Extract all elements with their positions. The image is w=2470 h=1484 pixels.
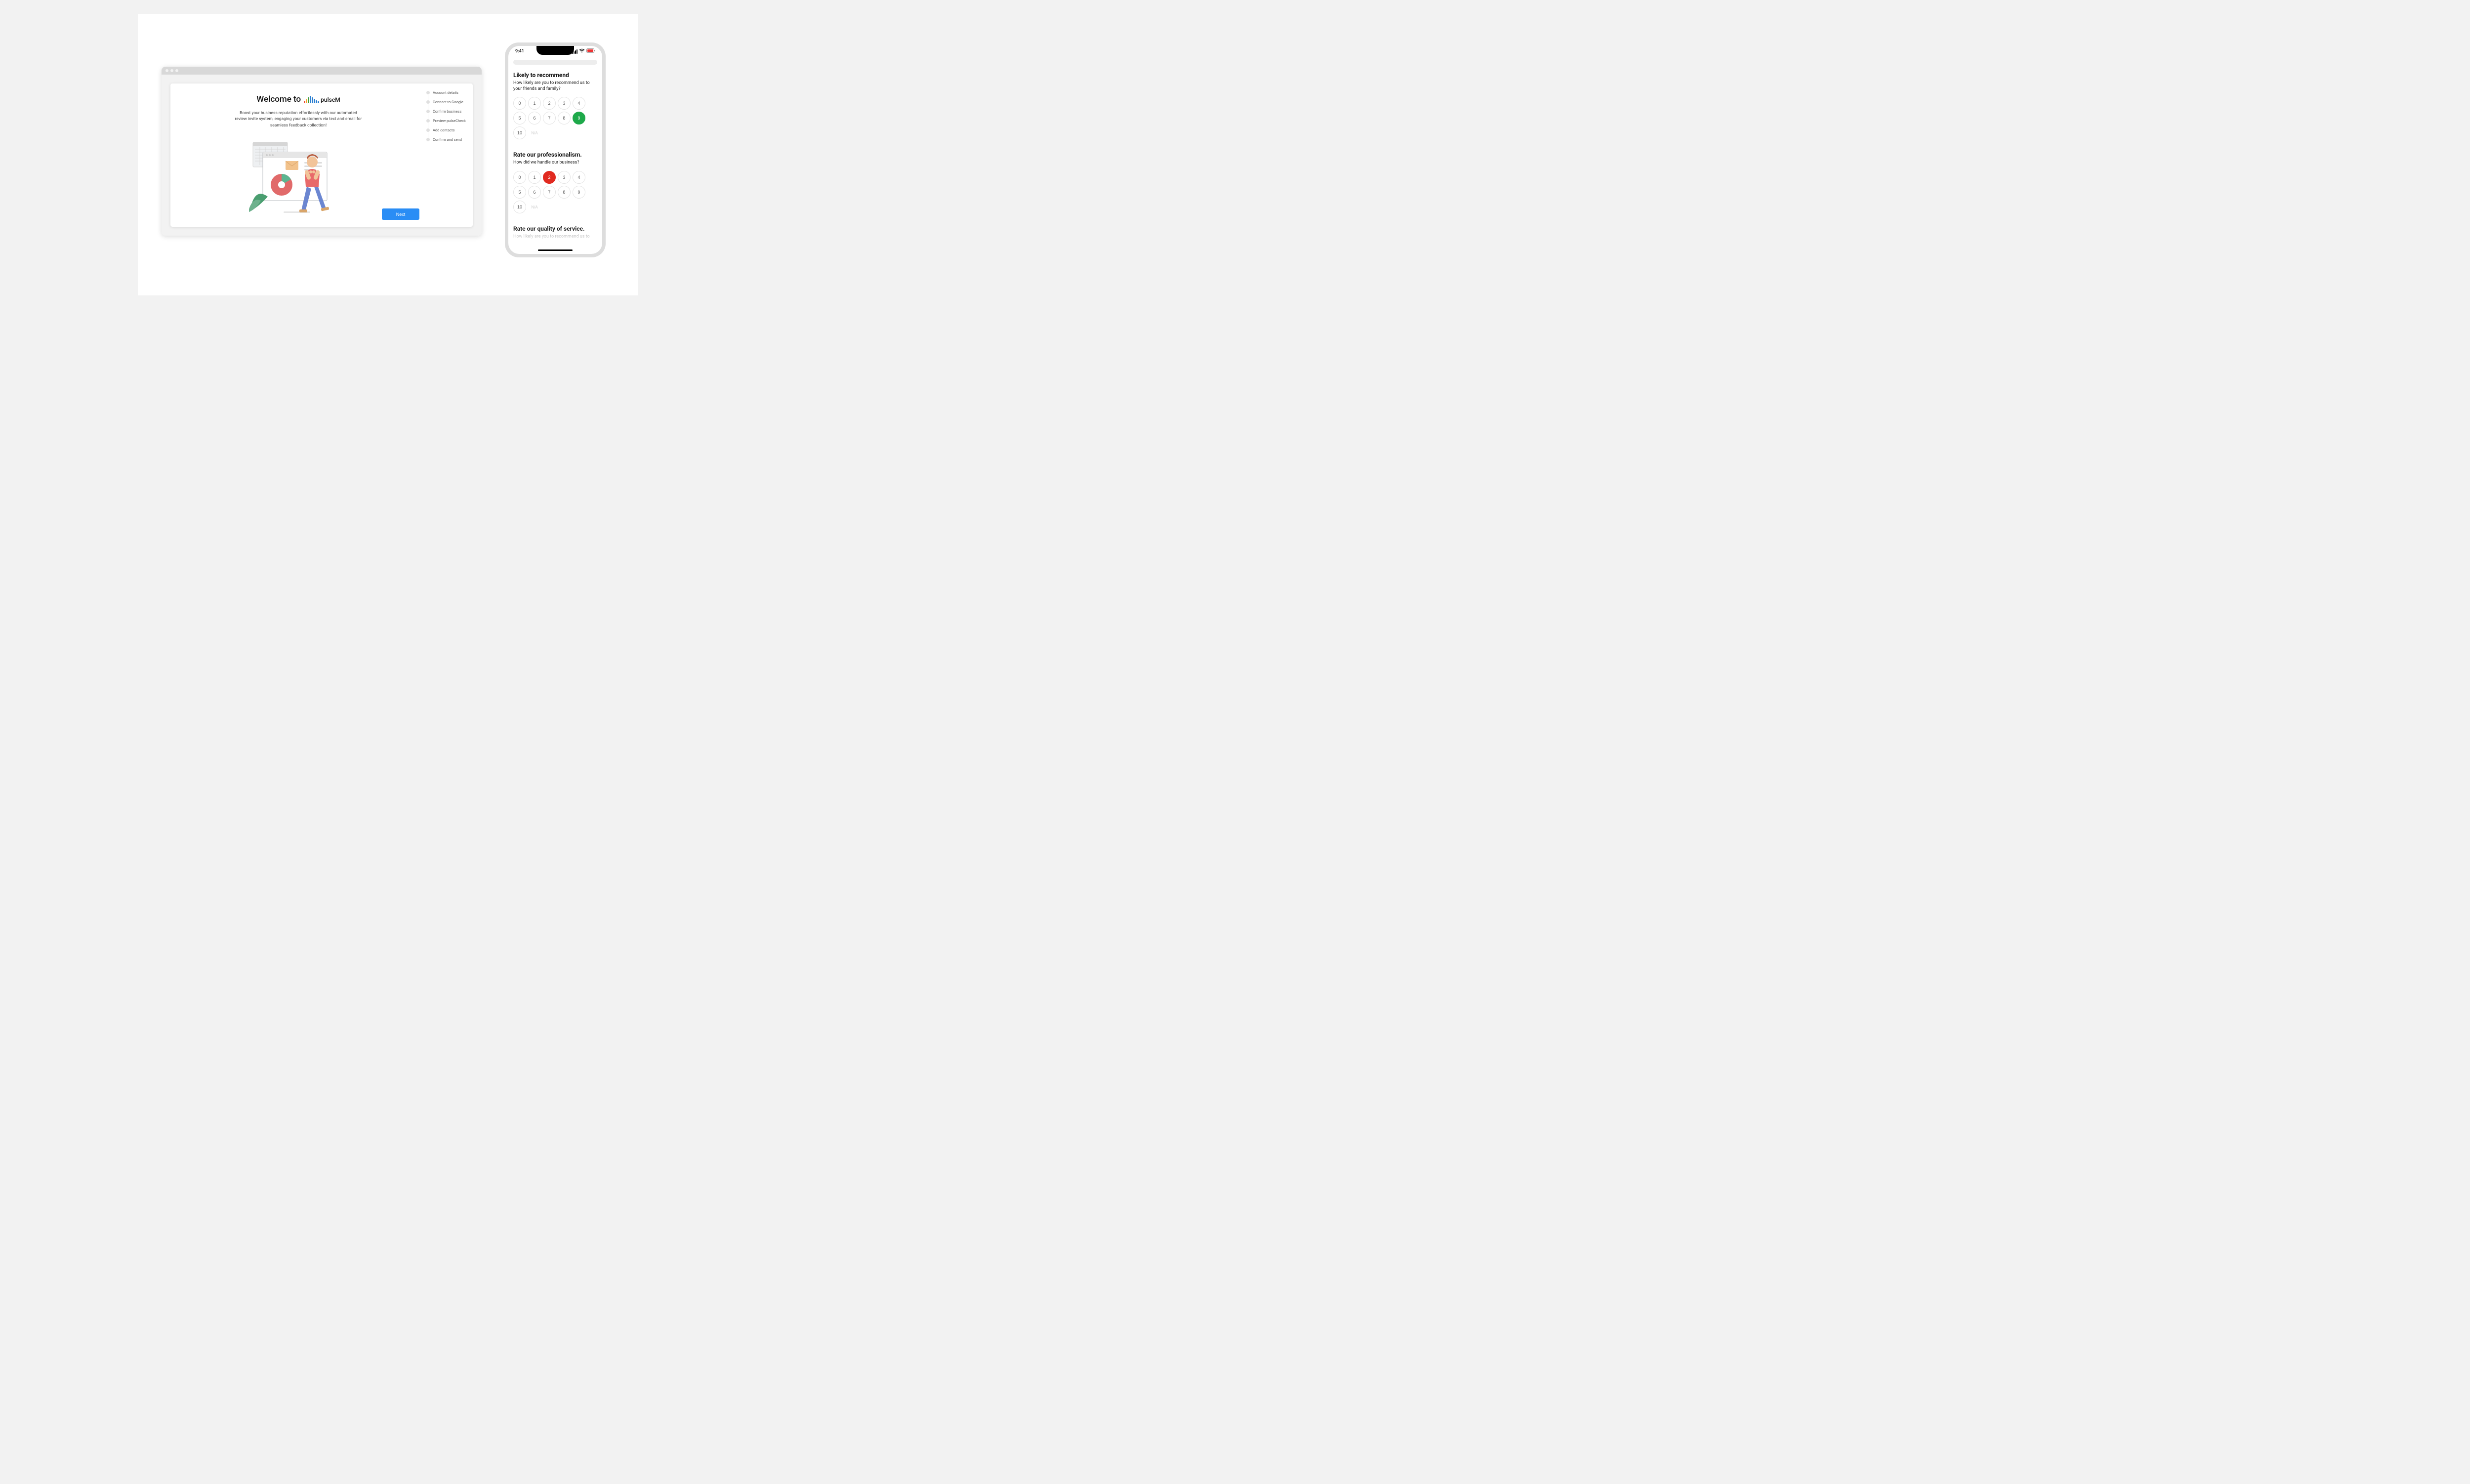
rating-option-5[interactable]: 5 (513, 186, 526, 199)
pulsem-logo: pulseM (304, 96, 340, 103)
rating-option-2[interactable]: 2 (543, 97, 556, 110)
welcome-prefix: Welcome to (256, 94, 301, 104)
rating-option-8[interactable]: 8 (558, 112, 571, 124)
question-title: Rate our quality of service. (513, 225, 597, 232)
phone-notch (536, 46, 574, 55)
rating-option-3[interactable]: 3 (558, 97, 571, 110)
step-confirm-send[interactable]: Confirm and send (426, 137, 469, 142)
welcome-subheading: Boost your business reputation effortles… (234, 110, 363, 128)
rating-option-1[interactable]: 1 (528, 171, 541, 184)
rating-option-9[interactable]: 9 (573, 112, 585, 124)
step-dot-icon (426, 119, 430, 123)
step-dot-icon (426, 100, 430, 104)
rating-option-6[interactable]: 6 (528, 112, 541, 124)
traffic-light-close-icon[interactable] (165, 69, 168, 72)
phone-content: Likely to recommend How likely are you t… (508, 60, 602, 241)
rating-grid: 01234 56789 10N/A (513, 171, 597, 213)
rating-option-4[interactable]: 4 (573, 171, 585, 184)
wifi-icon (579, 48, 585, 54)
rating-option-10[interactable]: 10 (513, 126, 526, 139)
question-recommend: Likely to recommend How likely are you t… (513, 72, 597, 139)
step-label: Preview pulseCheck (433, 119, 466, 123)
rating-option-5[interactable]: 5 (513, 112, 526, 124)
onboarding-steps: Account details Connect to Google Confir… (426, 83, 473, 227)
step-confirm-business[interactable]: Confirm business (426, 109, 469, 114)
step-account-details[interactable]: Account details (426, 90, 469, 95)
phone-device: 9:41 Likely to recommend (505, 42, 606, 257)
window-titlebar (162, 67, 482, 75)
step-connect-google[interactable]: Connect to Google (426, 100, 469, 104)
step-label: Confirm and send (433, 137, 462, 142)
canvas: Welcome to pulseM B (138, 14, 638, 295)
rating-grid: 01234 56789 10N/A (513, 97, 597, 139)
battery-icon (586, 48, 595, 54)
step-dot-icon (426, 110, 430, 113)
status-right (572, 48, 595, 54)
status-time: 9:41 (515, 49, 524, 54)
step-dot-icon (426, 128, 430, 132)
home-indicator (538, 249, 573, 251)
question-title: Likely to recommend (513, 72, 597, 79)
step-dot-icon (426, 138, 430, 141)
window-body: Welcome to pulseM B (162, 75, 482, 236)
rating-option-0[interactable]: 0 (513, 97, 526, 110)
step-label: Account details (433, 90, 458, 95)
rating-option-10[interactable]: 10 (513, 201, 526, 213)
welcome-heading: Welcome to pulseM (184, 94, 412, 104)
question-professionalism: Rate our professionalism. How did we han… (513, 151, 597, 213)
step-label: Add contacts (433, 128, 454, 132)
onboarding-card: Welcome to pulseM B (170, 83, 473, 227)
step-dot-icon (426, 91, 430, 94)
traffic-light-zoom-icon[interactable] (175, 69, 178, 72)
traffic-light-minimize-icon[interactable] (170, 69, 173, 72)
onboarding-main: Welcome to pulseM B (170, 83, 426, 227)
rating-option-4[interactable]: 4 (573, 97, 585, 110)
desktop-window: Welcome to pulseM B (162, 67, 482, 236)
onboarding-illustration (249, 137, 348, 216)
rating-option-6[interactable]: 6 (528, 186, 541, 199)
question-title: Rate our professionalism. (513, 151, 597, 158)
step-add-contacts[interactable]: Add contacts (426, 128, 469, 132)
step-label: Confirm business (433, 109, 461, 114)
step-preview-pulsecheck[interactable]: Preview pulseCheck (426, 119, 469, 123)
rating-option-8[interactable]: 8 (558, 186, 571, 199)
question-subtitle: How likely are you to recommend us to yo… (513, 234, 597, 241)
question-quality: Rate our quality of service. How likely … (513, 225, 597, 241)
rating-option-0[interactable]: 0 (513, 171, 526, 184)
rating-option-N/A[interactable]: N/A (528, 126, 541, 139)
question-subtitle: How likely are you to recommend us to yo… (513, 81, 597, 92)
phone-screen: 9:41 Likely to recommend (508, 46, 602, 254)
rating-option-7[interactable]: 7 (543, 186, 556, 199)
survey-progress-bar (513, 60, 597, 65)
rating-option-7[interactable]: 7 (543, 112, 556, 124)
rating-option-1[interactable]: 1 (528, 97, 541, 110)
question-subtitle: How did we handle our business? (513, 160, 597, 166)
step-label: Connect to Google (433, 100, 463, 104)
rating-option-2[interactable]: 2 (543, 171, 556, 184)
rating-option-9[interactable]: 9 (573, 186, 585, 199)
logo-text: pulseM (321, 96, 340, 103)
rating-option-3[interactable]: 3 (558, 171, 571, 184)
rating-option-N/A[interactable]: N/A (528, 201, 541, 213)
next-button[interactable]: Next (382, 208, 419, 220)
